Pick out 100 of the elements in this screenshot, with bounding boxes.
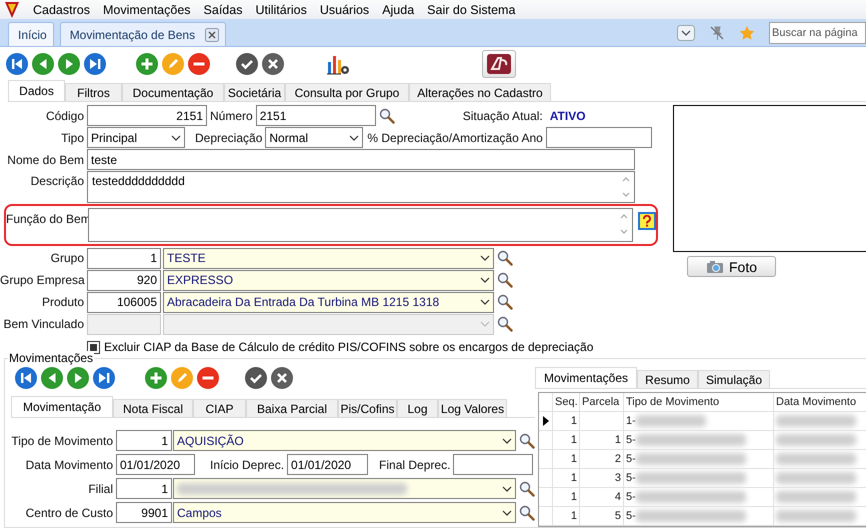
search-icon[interactable]	[497, 272, 513, 288]
delete-button[interactable]	[188, 53, 210, 76]
code-field[interactable]: 2151	[87, 105, 207, 126]
first-record-button[interactable]	[15, 367, 37, 389]
confirm-button[interactable]	[236, 53, 258, 76]
lookup-dropdown[interactable]: Abracadeira Da Entrada Da Turbina MB 1215 1318	[163, 292, 494, 312]
tab[interactable]: Baixa Parcial	[246, 399, 338, 417]
lookup-dropdown[interactable]	[173, 478, 516, 499]
field-label: Início Deprec.	[210, 458, 286, 472]
lookup-dropdown[interactable]: EXPRESSO	[163, 270, 494, 290]
tab[interactable]: Log Valores	[438, 399, 507, 417]
column-header[interactable]: Seq.	[553, 393, 580, 411]
tab[interactable]: Resumo	[637, 370, 698, 388]
search-icon[interactable]	[378, 108, 395, 124]
confirm-button[interactable]	[245, 367, 267, 389]
menu-item[interactable]: Ajuda	[382, 2, 414, 17]
tab[interactable]: Consulta por Grupo	[285, 83, 409, 101]
column-header[interactable]: Parcela	[580, 393, 624, 411]
field-label: Número	[210, 108, 254, 122]
tab[interactable]: Alterações no Cadastro	[409, 83, 551, 101]
field-label: Nome do Bem	[6, 152, 85, 166]
field-label: Código	[44, 108, 85, 122]
menu-item[interactable]: Usuários	[320, 2, 370, 17]
search-icon[interactable]	[497, 316, 513, 332]
previous-record-button[interactable]	[32, 53, 54, 76]
column-header[interactable]: Tipo de Movimento	[624, 393, 774, 411]
cancel-button[interactable]	[271, 367, 293, 389]
camera-icon	[706, 260, 724, 274]
close-icon[interactable]	[205, 28, 220, 42]
next-record-button[interactable]	[67, 367, 89, 389]
group-title: Movimentações	[8, 351, 94, 365]
add-button[interactable]	[145, 367, 167, 389]
star-icon[interactable]	[739, 24, 755, 41]
search-icon[interactable]	[497, 250, 513, 266]
photo-button[interactable]: Foto	[687, 256, 776, 277]
help-button[interactable]	[638, 212, 656, 230]
input-field[interactable]	[546, 127, 652, 148]
tab[interactable]: Pis/Cofins	[338, 399, 397, 417]
next-record-button[interactable]	[58, 53, 80, 76]
menu-item[interactable]: Saídas	[204, 2, 242, 17]
function-field[interactable]	[88, 208, 633, 242]
description-field[interactable]: testedddddddddd	[87, 171, 635, 203]
search-icon[interactable]	[519, 480, 535, 496]
tab[interactable]: Documentação	[122, 83, 224, 101]
add-button[interactable]	[136, 53, 158, 76]
lookup-dropdown[interactable]: AQUISIÇÃO	[173, 430, 516, 451]
tab[interactable]: Societária	[224, 83, 285, 101]
table-cell: 1	[553, 412, 580, 430]
code-field[interactable]: 920	[87, 270, 161, 290]
table-cell: 1-	[626, 415, 636, 427]
checkbox[interactable]	[87, 340, 100, 354]
column-header[interactable]: Data Movimento	[774, 393, 866, 411]
date-field[interactable]	[453, 454, 534, 475]
code-field[interactable]: 1	[116, 430, 172, 451]
tab[interactable]: Filtros	[65, 83, 122, 101]
tab[interactable]: Nota Fiscal	[113, 399, 193, 417]
number-field[interactable]: 2151	[256, 105, 376, 126]
tab[interactable]: Simulação	[698, 370, 770, 388]
menu-item[interactable]: Movimentações	[102, 2, 191, 17]
cancel-button[interactable]	[262, 53, 284, 76]
field-label: % Depreciação/Amortização Ano	[367, 130, 544, 144]
tab[interactable]: Dados	[8, 80, 65, 101]
date-field[interactable]: 01/01/2020	[287, 454, 368, 475]
date-field[interactable]: 01/01/2020	[116, 454, 195, 475]
table-cell: 5-	[626, 434, 636, 446]
delete-button[interactable]	[197, 367, 219, 389]
page-tab[interactable]: Movimentação de Bens	[60, 22, 226, 46]
last-record-button[interactable]	[93, 367, 115, 389]
code-field[interactable]: 1	[116, 478, 172, 499]
first-record-button[interactable]	[6, 53, 28, 76]
type-dropdown[interactable]: Principal	[87, 127, 185, 148]
lookup-dropdown[interactable]: TESTE	[163, 248, 494, 268]
code-field[interactable]: 9901	[116, 502, 172, 523]
code-field[interactable]: 106005	[87, 292, 161, 312]
tab[interactable]: Log	[397, 399, 438, 417]
table-cell: 5-	[626, 510, 636, 522]
lookup-dropdown[interactable]: Campos	[173, 502, 516, 523]
depreciation-dropdown[interactable]: Normal	[265, 127, 364, 148]
tab[interactable]: CIAP	[193, 399, 246, 417]
search-icon[interactable]	[519, 432, 535, 448]
chevron-down-icon	[480, 255, 490, 261]
search-icon[interactable]	[519, 504, 535, 520]
logo-button[interactable]	[482, 50, 516, 78]
menu-item[interactable]: Sair do Sistema	[427, 2, 516, 17]
menu-item[interactable]: Cadastros	[33, 2, 90, 17]
field-label: Tipo	[60, 130, 85, 144]
name-field[interactable]: teste	[87, 149, 635, 170]
tab[interactable]: Movimentação	[11, 396, 113, 417]
menu-item[interactable]: Utilitários	[255, 2, 307, 17]
previous-record-button[interactable]	[41, 367, 63, 389]
pin-icon[interactable]	[709, 24, 725, 41]
code-field[interactable]: 1	[87, 248, 161, 268]
search-icon[interactable]	[497, 294, 513, 310]
last-record-button[interactable]	[84, 53, 106, 76]
page-tab[interactable]: Início	[8, 22, 54, 46]
tab[interactable]: Movimentações	[535, 367, 637, 388]
chevron-down-icon[interactable]	[677, 24, 695, 41]
table-cell: 1	[553, 450, 580, 468]
search-field[interactable]: Buscar na página	[769, 22, 866, 44]
chevron-down-icon	[502, 510, 512, 516]
